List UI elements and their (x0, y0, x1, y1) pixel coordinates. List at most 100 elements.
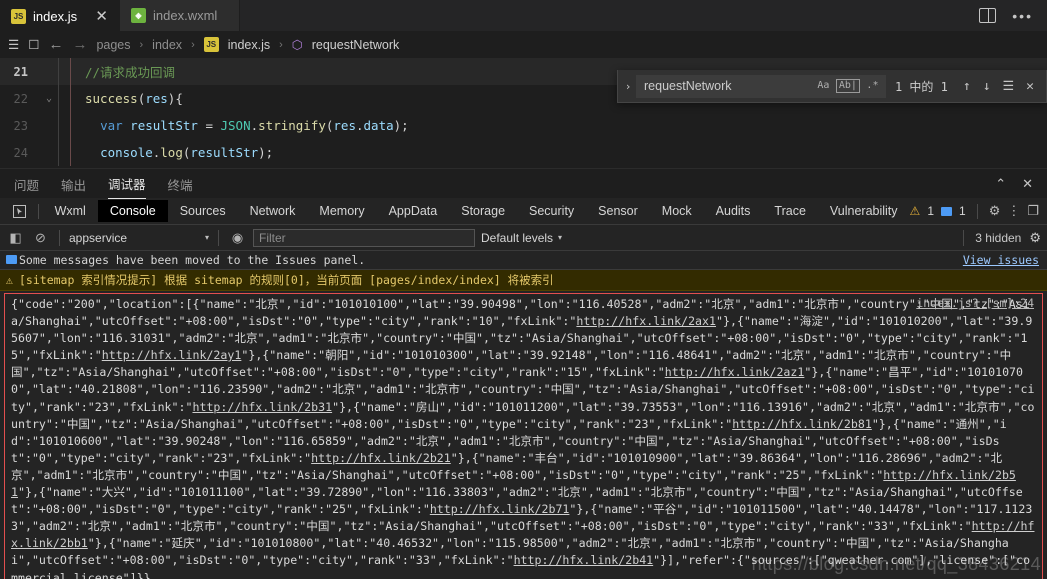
tab-index-js[interactable]: JS index.js ✕ (0, 0, 120, 31)
breadcrumb: ☰ ☐ ← → pages › index › JS index.js › ⬡ … (0, 31, 1047, 58)
editor-tab-bar: JS index.js ✕ ◈ index.wxml ••• (0, 0, 1047, 31)
panel-tab-problems[interactable]: 问题 (14, 169, 39, 199)
devtools-tab-vulnerability[interactable]: Vulnerability (818, 200, 910, 222)
breadcrumb-item-index-js[interactable]: index.js (228, 38, 270, 52)
view-issues-link[interactable]: View issues (963, 253, 1039, 267)
console-messages: Some messages have been moved to the Iss… (0, 251, 1047, 579)
log-source-link[interactable]: index.js? [sm]:24 (916, 296, 1034, 310)
panel-tab-debugger[interactable]: 调试器 (108, 168, 146, 199)
code-editor[interactable]: 21 //请求成功回调 22 ⌄ success(res){ 23 var re… (0, 58, 1047, 168)
console-info-text: Some messages have been moved to the Iss… (19, 253, 366, 267)
js-file-icon: JS (203, 37, 219, 52)
code-line[interactable]: 24 console.log(resultStr); (0, 139, 1047, 166)
devtools-tab-audits[interactable]: Audits (704, 200, 763, 222)
find-query-value: requestNetwork (644, 79, 732, 93)
devtools-status-area: ⚠ 1 1 ⚙ ⋮ ❐ (910, 203, 1047, 219)
devtools-tab-wxml[interactable]: Wxml (43, 200, 98, 222)
chevron-up-icon[interactable]: ⌃ (995, 176, 1006, 192)
breadcrumb-item-index[interactable]: index (152, 38, 182, 52)
code-text: //请求成功回调 (71, 62, 175, 81)
console-toolbar: ◧ ⊘ appservice ▾ ◉ Filter Default levels… (0, 225, 1047, 251)
outline-menu-icon[interactable]: ☰ (8, 37, 19, 52)
fx-link[interactable]: http://hfx.link/2ax1 (576, 314, 716, 328)
devtools-tab-trace[interactable]: Trace (762, 200, 818, 222)
indent-guide (58, 58, 59, 85)
console-sidebar-icon[interactable]: ◧ (6, 230, 25, 246)
code-token: data (363, 118, 394, 133)
tab-index-wxml[interactable]: ◈ index.wxml (120, 0, 240, 31)
use-regex-icon[interactable]: .* (864, 80, 881, 92)
breadcrumb-item-pages[interactable]: pages (96, 38, 130, 52)
filter-placeholder: Filter (259, 230, 286, 245)
devtools-tab-network[interactable]: Network (238, 200, 308, 222)
close-icon[interactable]: ✕ (85, 9, 108, 24)
code-token: JSON (220, 118, 251, 133)
fx-link[interactable]: http://hfx.link/2bb1 (11, 519, 1034, 550)
find-input[interactable]: requestNetwork Aa Ab| .* (636, 74, 886, 98)
fx-link[interactable]: http://hfx.link/2az1 (665, 365, 805, 379)
fx-link[interactable]: http://hfx.link/2b71 (430, 502, 570, 516)
devtools-tab-security[interactable]: Security (517, 200, 586, 222)
code-token: ); (258, 145, 274, 160)
indent-guide (58, 112, 59, 139)
code-text: console.log(resultStr); (71, 145, 273, 160)
warning-icon[interactable]: ⚠ (910, 204, 921, 218)
message-icon[interactable] (941, 206, 952, 216)
devtools-tab-mock[interactable]: Mock (650, 200, 704, 222)
console-log-entry[interactable]: {"code":"200","location":[{"name":"北京","… (4, 293, 1043, 579)
code-token: resultStr (190, 145, 259, 160)
fx-link[interactable]: http://hfx.link/2b21 (311, 451, 451, 465)
panel-tab-output[interactable]: 输出 (61, 169, 86, 199)
fx-link[interactable]: http://hfx.link/2ay1 (102, 348, 242, 362)
breadcrumb-item-requestnetwork[interactable]: requestNetwork (312, 38, 400, 52)
more-actions-icon[interactable]: ••• (1012, 9, 1033, 23)
bookmark-icon[interactable]: ☐ (28, 37, 39, 52)
panel-close-icon[interactable]: ✕ (1022, 176, 1033, 192)
fx-link[interactable]: http://hfx.link/2b81 (732, 417, 872, 431)
devtools-tab-storage[interactable]: Storage (449, 200, 517, 222)
kebab-menu-icon[interactable]: ⋮ (1007, 203, 1020, 219)
indent-guide (58, 85, 59, 112)
code-line[interactable]: 23 var resultStr = JSON.stringify(res.da… (0, 112, 1047, 139)
navigate-back-icon[interactable]: ← (48, 36, 63, 53)
tab-label: index.wxml (153, 8, 218, 23)
code-token: ); (393, 118, 409, 133)
clear-console-icon[interactable]: ⊘ (31, 230, 50, 246)
match-whole-word-icon[interactable]: Ab| (835, 79, 860, 93)
fx-link[interactable]: http://hfx.link/2b51 (11, 468, 1016, 499)
log-level-selector[interactable]: Default levels ▾ (481, 231, 562, 245)
devtools-tab-sensor[interactable]: Sensor (586, 200, 650, 222)
dock-position-icon[interactable]: ❐ (1027, 203, 1039, 219)
devtools-tab-appdata[interactable]: AppData (377, 200, 450, 222)
console-toolbar-right: 3 hidden ⚙ (960, 229, 1041, 246)
gear-icon[interactable]: ⚙ (1029, 230, 1041, 246)
devtools-tab-console[interactable]: Console (97, 200, 168, 222)
hidden-messages-count[interactable]: 3 hidden (975, 231, 1021, 245)
find-expand-icon[interactable]: › (620, 80, 636, 93)
divider (38, 203, 39, 219)
find-in-selection-icon[interactable]: ☰ (997, 79, 1021, 94)
divider (59, 229, 60, 246)
fx-link[interactable]: http://hfx.link/2b31 (192, 400, 332, 414)
gear-icon[interactable]: ⚙ (989, 203, 1001, 219)
context-selector[interactable]: appservice ▾ (69, 231, 209, 245)
devtools-tab-memory[interactable]: Memory (307, 200, 376, 222)
navigate-forward-icon[interactable]: → (72, 36, 87, 53)
fx-link[interactable]: http://hfx.link/2b41 (514, 553, 654, 567)
filter-input[interactable]: Filter (253, 228, 475, 247)
fold-icon[interactable]: ⌄ (40, 93, 58, 104)
devtools-tab-sources[interactable]: Sources (168, 200, 238, 222)
find-close-icon[interactable]: ✕ (1020, 79, 1040, 94)
split-editor-icon[interactable] (979, 8, 997, 23)
find-widget[interactable]: › requestNetwork Aa Ab| .* 1 中的 1 ↑ ↓ ☰ … (617, 70, 1047, 103)
symbol-method-icon: ⬡ (291, 38, 303, 52)
match-case-icon[interactable]: Aa (815, 80, 832, 92)
panel-actions: ⌃ ✕ (995, 176, 1047, 192)
find-next-icon[interactable]: ↓ (977, 79, 997, 94)
inspect-element-icon[interactable] (5, 204, 34, 218)
live-expression-icon[interactable]: ◉ (228, 230, 247, 246)
wxml-file-icon: ◈ (131, 8, 146, 23)
panel-tab-terminal[interactable]: 终端 (168, 169, 193, 199)
find-previous-icon[interactable]: ↑ (957, 79, 977, 94)
